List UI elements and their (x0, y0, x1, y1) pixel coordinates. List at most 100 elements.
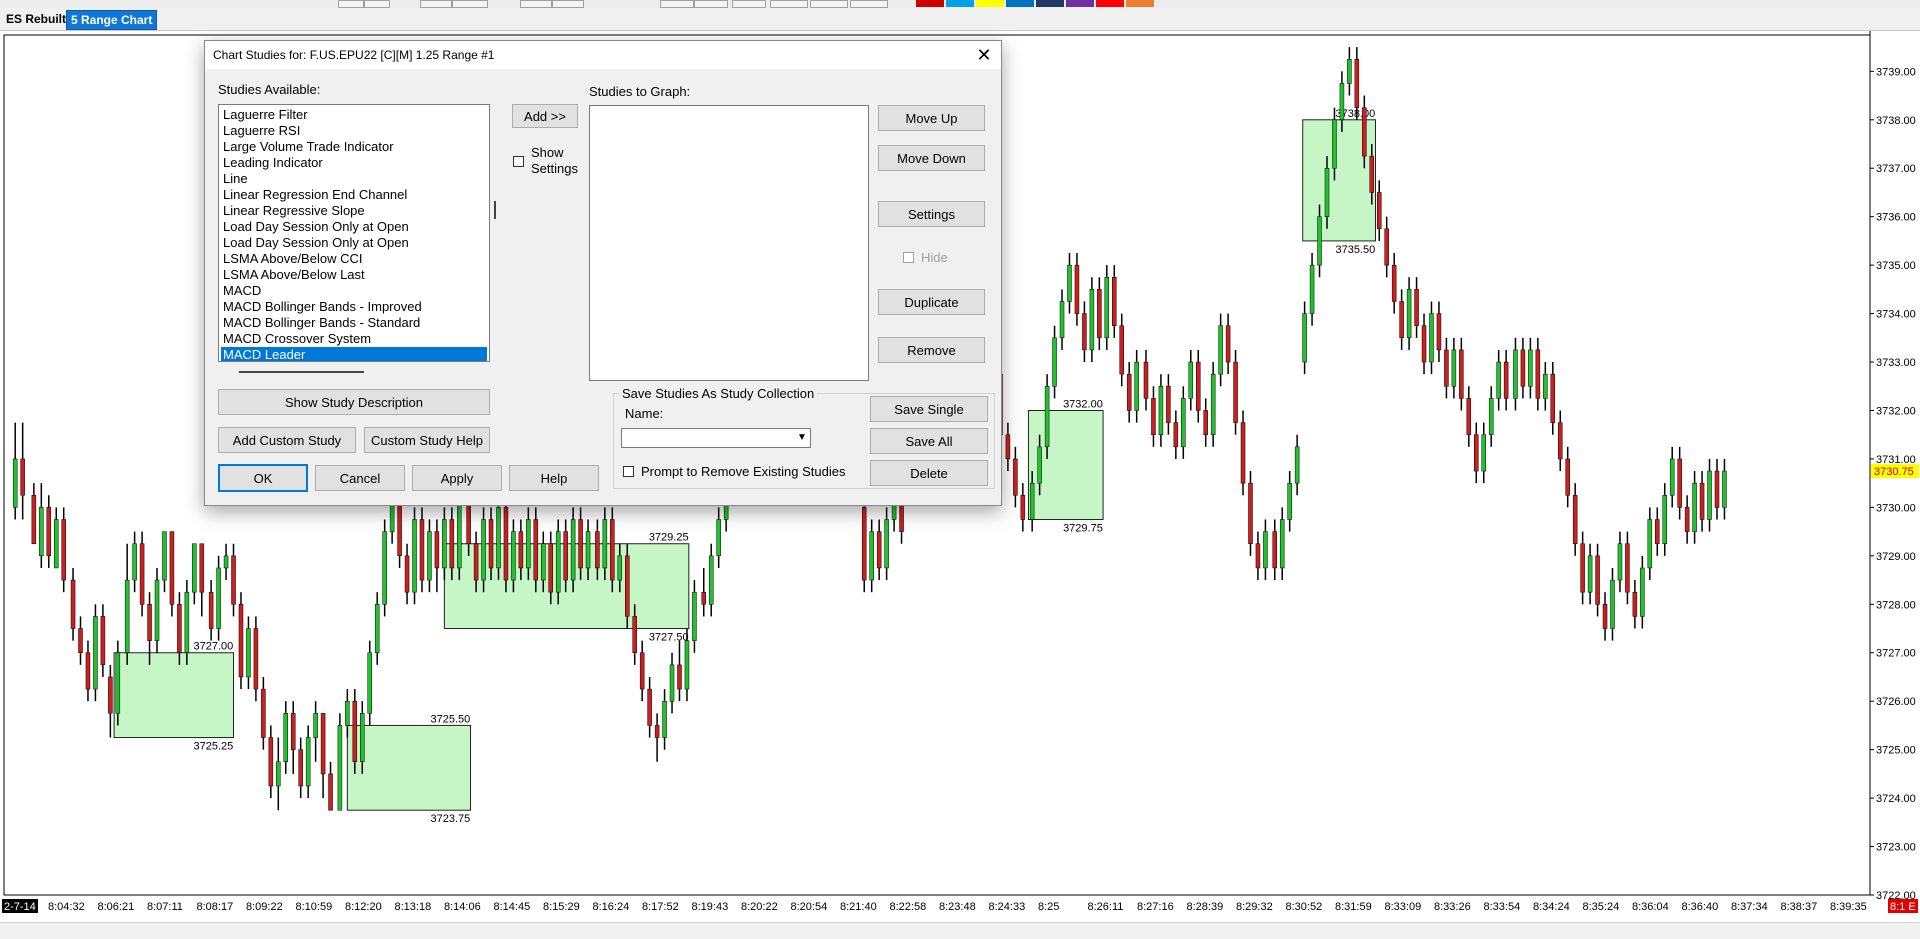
candle-body[interactable] (427, 531, 432, 581)
study-list-item[interactable]: LSMA Above/Below CCI (221, 251, 487, 267)
candle-body[interactable] (1309, 264, 1315, 314)
study-list-item[interactable]: MACD Bollinger Bands - Improved (221, 299, 487, 315)
candle-body[interactable] (1572, 495, 1578, 544)
candle-body[interactable] (1714, 470, 1720, 508)
candle-body[interactable] (1067, 264, 1072, 302)
candle-body[interactable] (1119, 325, 1124, 375)
candle-body[interactable] (1248, 482, 1253, 544)
candle-body[interactable] (1369, 155, 1375, 193)
candle-body[interactable] (1535, 349, 1541, 399)
study-list-item[interactable]: Leading Indicator (221, 155, 487, 171)
list-scrollbar-thumb[interactable] (494, 201, 496, 219)
add-study-button[interactable]: Add >> (512, 104, 578, 128)
add-custom-study-button[interactable]: Add Custom Study (218, 427, 356, 453)
candle-body[interactable] (1391, 264, 1397, 302)
candle-body[interactable] (1332, 119, 1337, 169)
color-swatch[interactable] (1126, 0, 1154, 7)
toolbar-button[interactable] (694, 0, 728, 8)
candle-body[interactable] (1602, 604, 1608, 629)
candle-body[interactable] (238, 604, 244, 678)
apply-button[interactable]: Apply (412, 465, 502, 491)
candle-body[interactable] (184, 591, 190, 653)
candle-body[interactable] (1565, 458, 1570, 496)
tab-5-range-chart[interactable]: 5 Range Chart (66, 10, 158, 30)
candle-body[interactable] (132, 543, 137, 581)
toolbar-button[interactable] (810, 0, 848, 8)
candle-body[interactable] (481, 519, 486, 581)
candle-body[interactable] (115, 652, 121, 714)
candle-body[interactable] (1528, 349, 1533, 387)
candle-body[interactable] (1384, 228, 1389, 266)
candle-body[interactable] (1225, 325, 1231, 363)
candle-body[interactable] (585, 531, 591, 569)
study-list-item[interactable]: MACD (221, 283, 487, 299)
candle-body[interactable] (442, 519, 447, 569)
candle-body[interactable] (276, 761, 281, 787)
candle-body[interactable] (1255, 543, 1261, 569)
candle-body[interactable] (563, 531, 568, 581)
study-list-item[interactable]: Load Day Session Only at Open (221, 219, 487, 235)
study-list-item[interactable]: Linear Regressive Slope (221, 203, 487, 219)
candle-body[interactable] (708, 555, 714, 605)
toolbar-button[interactable] (660, 0, 694, 8)
candle-body[interactable] (1347, 58, 1352, 84)
toolbar-button[interactable] (452, 0, 488, 8)
candle-body[interactable] (1158, 386, 1164, 435)
candle-body[interactable] (1444, 349, 1449, 387)
candle-body[interactable] (1302, 313, 1307, 363)
candle-body[interactable] (555, 531, 561, 593)
candle-body[interactable] (1414, 289, 1419, 326)
candle-body[interactable] (1587, 555, 1593, 593)
candle-body[interactable] (1126, 373, 1132, 411)
candle-body[interactable] (1020, 495, 1026, 520)
candle-body[interactable] (360, 713, 365, 763)
candle-body[interactable] (169, 531, 175, 605)
candle-body[interactable] (1406, 289, 1412, 339)
candle-body[interactable] (1263, 531, 1268, 569)
candle-body[interactable] (662, 700, 667, 738)
candle-body[interactable] (20, 458, 25, 496)
candle-body[interactable] (124, 579, 130, 653)
study-list-item[interactable]: Line (221, 171, 487, 187)
candle-body[interactable] (1459, 349, 1464, 399)
candle-body[interactable] (199, 543, 205, 593)
candle-body[interactable] (147, 604, 152, 641)
candle-body[interactable] (1037, 446, 1042, 484)
study-list-item[interactable]: MACD Crossover System (221, 331, 487, 347)
candle-body[interactable] (692, 591, 697, 641)
color-swatch[interactable] (976, 0, 1004, 7)
candle-body[interactable] (1029, 482, 1035, 520)
candle-body[interactable] (1632, 591, 1638, 617)
candle-body[interactable] (1513, 349, 1518, 399)
candle-body[interactable] (1662, 495, 1667, 544)
candle-body[interactable] (1692, 482, 1697, 532)
toolbar-button[interactable] (364, 0, 390, 8)
move-down-button[interactable]: Move Down (878, 145, 985, 171)
candle-body[interactable] (1005, 434, 1011, 460)
name-combobox[interactable]: ▼ (621, 428, 811, 448)
candle-body[interactable] (632, 616, 637, 653)
tab-es-rebuilt[interactable]: ES Rebuilt (2, 10, 70, 28)
candle-body[interactable] (1625, 543, 1630, 593)
study-list-item[interactable]: Laguerre Filter (221, 107, 487, 123)
close-icon[interactable]: ✕ (973, 44, 995, 66)
candle-body[interactable] (1436, 313, 1442, 351)
candle-body[interactable] (869, 531, 874, 581)
save-single-button[interactable]: Save Single (870, 396, 988, 422)
candle-body[interactable] (108, 676, 113, 714)
candle-body[interactable] (1233, 361, 1238, 423)
candle-body[interactable] (1429, 313, 1434, 363)
candle-body[interactable] (449, 519, 455, 569)
candle-body[interactable] (518, 531, 524, 569)
candle-body[interactable] (283, 713, 289, 763)
candle-body[interactable] (684, 640, 690, 690)
candle-body[interactable] (716, 519, 721, 557)
custom-study-help-button[interactable]: Custom Study Help (364, 427, 490, 453)
studies-to-graph-list[interactable] (589, 105, 869, 381)
candle-body[interactable] (313, 713, 318, 738)
candle-body[interactable] (1195, 361, 1201, 411)
cancel-button[interactable]: Cancel (315, 465, 405, 491)
candle-body[interactable] (1655, 519, 1660, 544)
candle-body[interactable] (1421, 325, 1427, 363)
show-study-description-button[interactable]: Show Study Description (218, 389, 490, 415)
